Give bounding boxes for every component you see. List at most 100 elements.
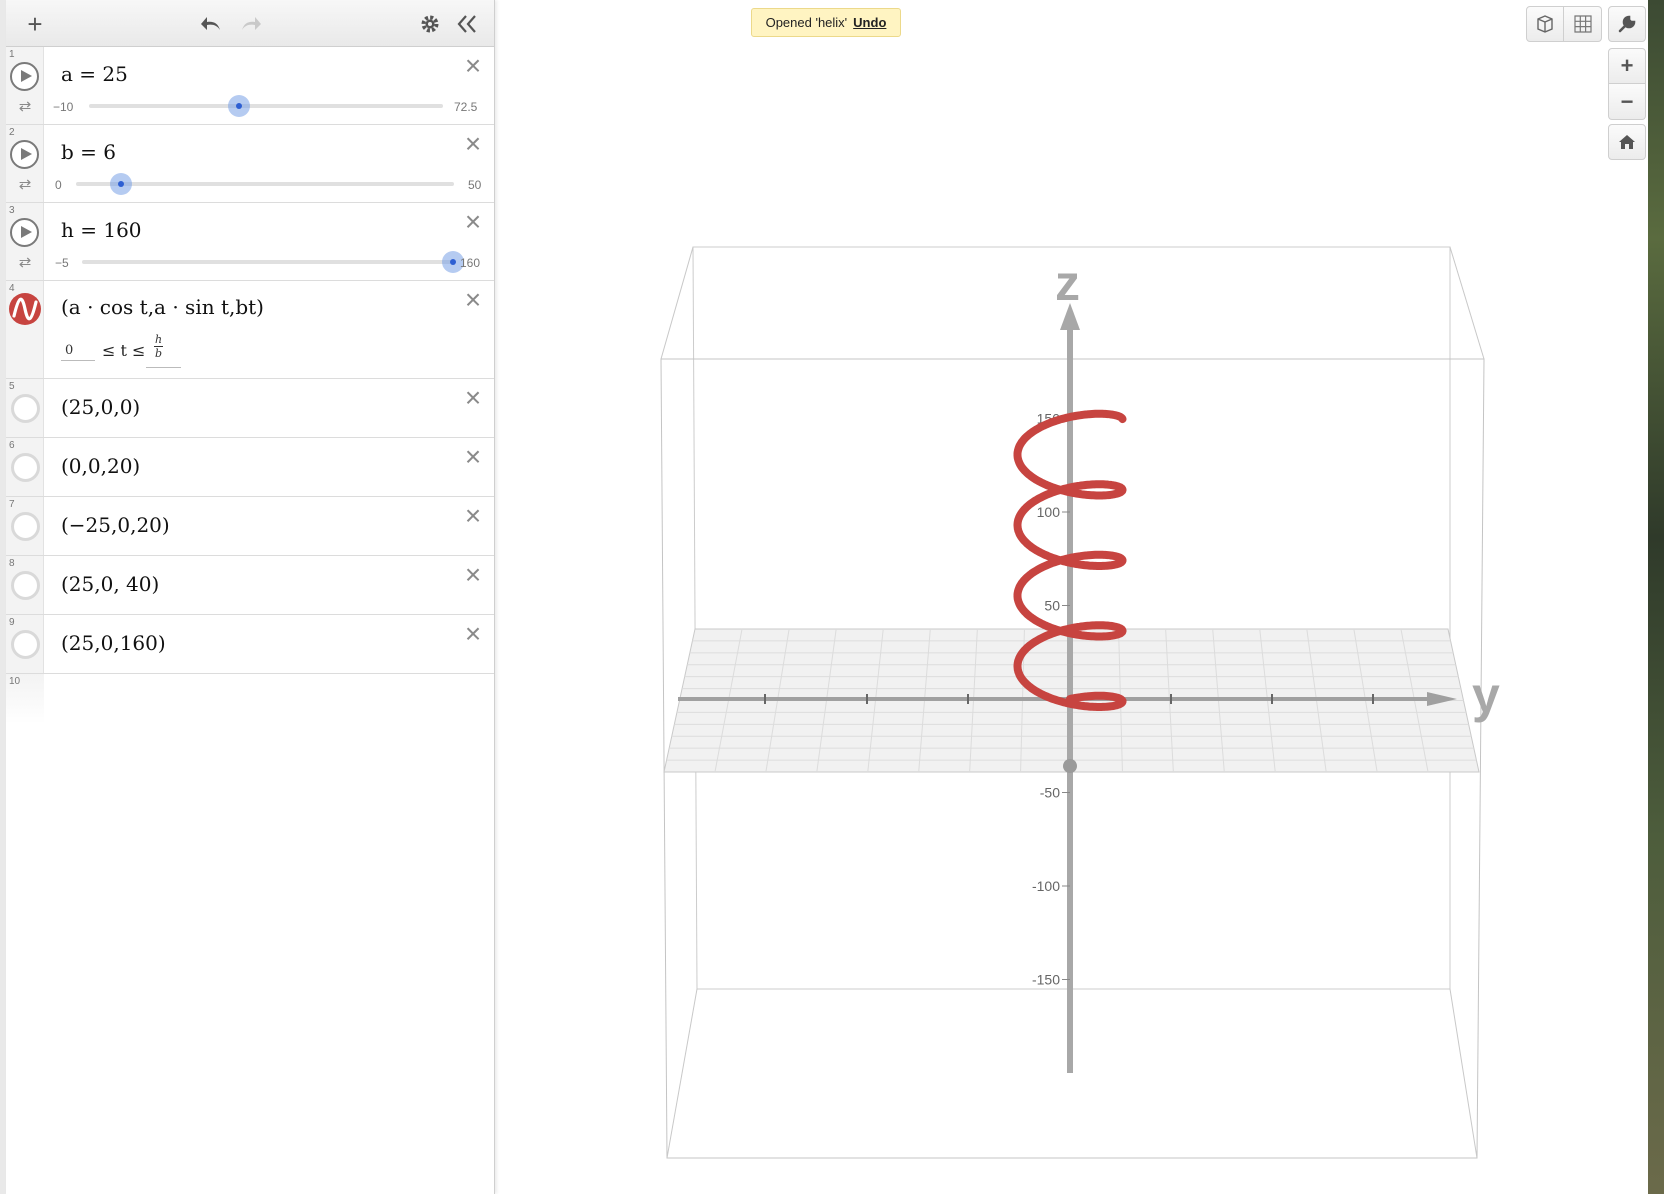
expression-row-6[interactable]: 6 (0,0,20) ×	[6, 438, 494, 497]
slider-max[interactable]: 50	[468, 178, 481, 192]
domain-lower-input[interactable]: 0	[61, 343, 95, 361]
slider-max[interactable]: 72.5	[454, 100, 477, 114]
expression-text[interactable]: h = 160	[61, 218, 142, 242]
loop-icon[interactable]: ⇄	[14, 99, 36, 114]
graph-canvas-3d[interactable]: 150 100 50 -50 -100 -150 z y	[495, 0, 1648, 1194]
z-tick-label: -100	[1032, 878, 1060, 894]
slider-min[interactable]: −10	[53, 100, 73, 114]
expression-text[interactable]: (0,0,20)	[61, 454, 140, 478]
undo-link[interactable]: Undo	[853, 15, 886, 30]
point-visibility-icon[interactable]	[11, 453, 40, 482]
origin-point[interactable]	[1063, 759, 1077, 773]
loop-icon[interactable]: ⇄	[14, 177, 36, 192]
box-edge	[1449, 246, 1485, 360]
z-axis-label: z	[1055, 255, 1080, 311]
domain-upper-input[interactable]: h b	[146, 333, 181, 368]
expression-text[interactable]: (−25,0,20)	[61, 513, 170, 537]
play-icon[interactable]	[10, 218, 39, 247]
expression-text[interactable]: (25,0, 40)	[61, 572, 159, 596]
expression-row-2[interactable]: 2 ⇄ b = 6 × 0 50	[6, 125, 494, 203]
row-gutter: 7	[6, 497, 44, 555]
slider-track[interactable]	[76, 182, 454, 186]
box-edge	[666, 988, 698, 1159]
expression-text[interactable]: (25,0,0)	[61, 395, 140, 419]
expression-row-5[interactable]: 5 (25,0,0) ×	[6, 379, 494, 438]
expression-text[interactable]: (a · cos t,a · sin t,bt)	[61, 295, 264, 319]
z-tick-label: 50	[1044, 598, 1060, 614]
close-icon[interactable]: ×	[462, 561, 484, 589]
row-gutter: 6	[6, 438, 44, 496]
box-edge	[660, 246, 694, 360]
slider-max[interactable]: 160	[460, 256, 480, 270]
close-icon[interactable]: ×	[462, 620, 484, 648]
row-gutter: 9	[6, 615, 44, 673]
slider-min[interactable]: −5	[55, 256, 69, 270]
plus-icon[interactable]: +	[19, 8, 51, 40]
row-number: 5	[9, 381, 15, 392]
close-icon[interactable]: ×	[462, 286, 484, 314]
play-icon[interactable]	[10, 62, 39, 91]
gear-icon[interactable]	[414, 8, 446, 40]
z-tick-label: -50	[1040, 785, 1060, 801]
expression-row-9[interactable]: 9 (25,0,160) ×	[6, 615, 494, 674]
fraction-numerator: h	[154, 333, 163, 347]
slider-min[interactable]: 0	[55, 178, 62, 192]
curve-color-icon[interactable]	[9, 293, 41, 325]
grid-view-icon[interactable]	[1564, 6, 1602, 42]
row-number: 8	[9, 558, 15, 569]
row-number: 2	[9, 127, 15, 138]
expression-row-3[interactable]: 3 ⇄ h = 160 × −5 160	[6, 203, 494, 281]
expression-row-4[interactable]: 4 (a · cos t,a · sin t,bt) × 0 ≤ t ≤ h b	[6, 281, 494, 379]
zoom-in-button[interactable]: +	[1608, 48, 1646, 84]
home-icon[interactable]	[1608, 124, 1646, 160]
row-gutter: 2 ⇄	[6, 125, 44, 202]
close-icon[interactable]: ×	[462, 52, 484, 80]
row-number: 3	[9, 205, 15, 216]
expression-text[interactable]: (25,0,160)	[61, 631, 166, 655]
row-gutter: 8	[6, 556, 44, 614]
close-icon[interactable]: ×	[462, 443, 484, 471]
graph-svg[interactable]: 15010050-50-100-150 z y	[495, 0, 1648, 1194]
expression-row-1[interactable]: 1 ⇄ a = 25 × −10 72.5	[6, 47, 494, 125]
redo-icon[interactable]	[234, 8, 266, 40]
box-edge	[1449, 988, 1478, 1159]
z-tick-label: -150	[1032, 972, 1060, 988]
row-gutter: 3 ⇄	[6, 203, 44, 280]
row-gutter: 5	[6, 379, 44, 437]
expression-toolbar: +	[6, 0, 494, 47]
point-visibility-icon[interactable]	[11, 630, 40, 659]
y-axis-label: y	[1472, 667, 1500, 723]
fraction-denominator: b	[154, 347, 163, 360]
row-number: 6	[9, 440, 15, 451]
row-gutter: 10	[6, 674, 44, 724]
expression-text[interactable]: a = 25	[61, 62, 128, 86]
close-icon[interactable]: ×	[462, 208, 484, 236]
point-visibility-icon[interactable]	[11, 394, 40, 423]
close-icon[interactable]: ×	[462, 384, 484, 412]
close-icon[interactable]: ×	[462, 130, 484, 158]
expression-row-10[interactable]: 10	[6, 674, 494, 724]
zoom-out-button[interactable]: −	[1608, 84, 1646, 120]
expression-text[interactable]: b = 6	[61, 140, 116, 164]
domain-operator: ≤ t ≤	[102, 341, 146, 360]
close-icon[interactable]: ×	[462, 502, 484, 530]
expression-row-7[interactable]: 7 (−25,0,20) ×	[6, 497, 494, 556]
point-visibility-icon[interactable]	[11, 571, 40, 600]
row-gutter: 4	[6, 281, 44, 378]
slider-track[interactable]	[82, 260, 453, 264]
slider-track[interactable]	[89, 104, 443, 108]
row-number: 9	[9, 617, 15, 628]
cube-view-icon[interactable]	[1526, 6, 1564, 42]
desktop-wallpaper-edge	[1648, 0, 1664, 1194]
slider-thumb[interactable]	[110, 173, 133, 195]
row-number: 1	[9, 49, 15, 60]
play-icon[interactable]	[10, 140, 39, 169]
wrench-icon[interactable]	[1608, 6, 1646, 42]
undo-icon[interactable]	[196, 8, 228, 40]
slider-thumb[interactable]	[228, 95, 251, 117]
point-visibility-icon[interactable]	[11, 512, 40, 541]
expression-row-8[interactable]: 8 (25,0, 40) ×	[6, 556, 494, 615]
double-chevron-left-icon[interactable]	[451, 8, 483, 40]
expression-list-panel: + 1 ⇄ a = 25 × −10 72.5 2 ⇄ b = 6 × 0 50…	[6, 0, 495, 1194]
loop-icon[interactable]: ⇄	[14, 255, 36, 270]
